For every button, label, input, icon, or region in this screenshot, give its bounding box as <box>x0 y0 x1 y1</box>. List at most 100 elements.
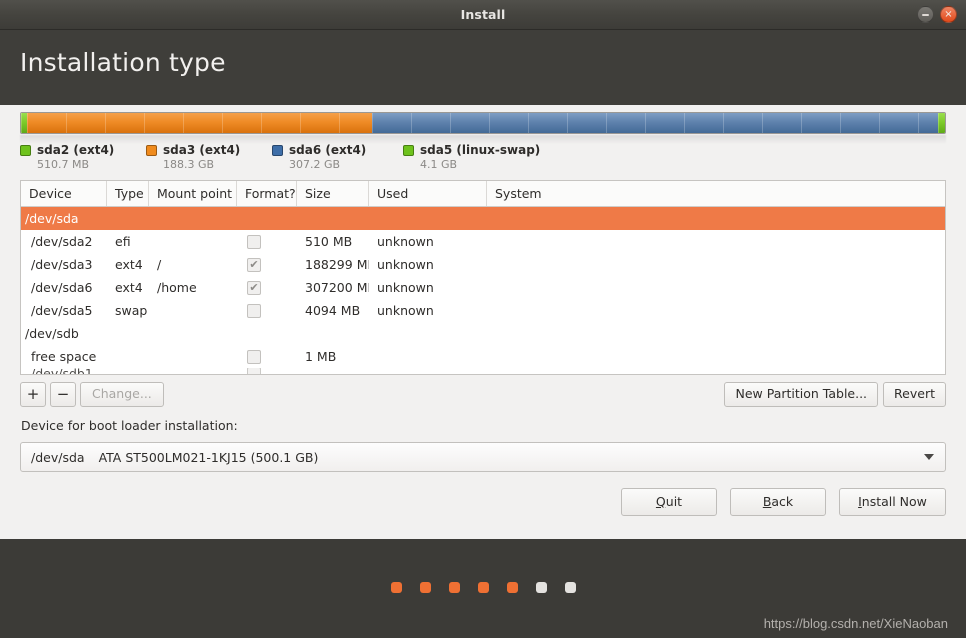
cell-device: /dev/sdb <box>25 325 79 341</box>
format-checkbox[interactable] <box>247 349 261 364</box>
table-row[interactable]: /dev/sda <box>21 207 945 230</box>
bootloader-device-select[interactable]: /dev/sda ATA ST500LM021-1KJ15 (500.1 GB) <box>20 442 946 472</box>
legend-size: 188.3 GB <box>163 158 215 171</box>
cell-device: /dev/sda2 <box>31 233 93 249</box>
legend-size: 307.2 GB <box>289 158 341 171</box>
legend-label: sda2 (ext4) <box>37 143 115 157</box>
column-header-system[interactable]: System <box>487 181 942 206</box>
legend-swatch-icon <box>403 144 414 156</box>
quit-label-post: uit <box>665 493 683 509</box>
cell-type: efi <box>115 233 131 249</box>
chevron-down-icon <box>924 454 934 460</box>
partition-toolbar: + − Change... New Partition Table... Rev… <box>20 382 946 407</box>
bootloader-label: Device for boot loader installation: <box>21 418 238 433</box>
install-now-button[interactable]: Install Now <box>839 488 946 516</box>
progress-dot-4 <box>477 582 489 593</box>
main-content: sda2 (ext4) 510.7 MB sda3 (ext4) 188.3 GB sd… <box>0 105 966 539</box>
progress-dots <box>0 582 966 593</box>
progress-dot-2 <box>419 582 431 593</box>
legend-label: sda6 (ext4) <box>289 143 367 157</box>
table-row[interactable]: /dev/sda5 swap 4094 MB unknown <box>21 299 945 322</box>
cell-device: /dev/sdb1 <box>21 368 107 374</box>
column-header-mount-point[interactable]: Mount point <box>149 181 237 206</box>
cell-device: /dev/sda5 <box>31 302 93 318</box>
partition-segment-sda5 <box>937 113 945 133</box>
legend-label: sda5 (linux-swap) <box>420 143 541 157</box>
progress-dot-5 <box>506 582 518 593</box>
add-partition-button[interactable]: + <box>20 382 46 407</box>
partition-toolbar-right: New Partition Table... Revert <box>724 382 946 407</box>
legend-swatch-icon <box>146 144 157 156</box>
progress-dot-1 <box>390 582 402 593</box>
progress-dot-6 <box>535 582 547 593</box>
cell-type: ext4 <box>115 279 143 295</box>
table-row[interactable]: /dev/sdb <box>21 322 945 345</box>
table-body: /dev/sda/dev/sda2 efi 510 MB unknown/dev/sd… <box>21 207 945 374</box>
table-row[interactable]: /dev/sda6 ext4/home 307200 MB unknown <box>21 276 945 299</box>
revert-button[interactable]: Revert <box>883 382 946 407</box>
close-button[interactable]: × <box>940 6 957 23</box>
installer-window: Install × Installation type sda2 (ext4) 5… <box>0 0 966 638</box>
title-bar: Install × <box>0 0 966 30</box>
format-checkbox[interactable] <box>247 257 261 272</box>
install-label-post: nstall Now <box>861 493 927 509</box>
window-controls: × <box>917 6 957 23</box>
format-checkbox[interactable] <box>247 303 261 318</box>
cell-used: unknown <box>377 279 434 295</box>
column-header-used[interactable]: Used <box>369 181 487 206</box>
cell-size: 4094 MB <box>305 302 361 318</box>
change-partition-button[interactable]: Change... <box>80 382 164 407</box>
column-header-size[interactable]: Size <box>297 181 369 206</box>
quit-label-mnemonic: Q <box>655 493 666 509</box>
close-icon: × <box>944 8 953 20</box>
table-row[interactable]: /dev/sdb1 <box>21 368 945 374</box>
window-title: Install <box>460 7 506 22</box>
cell-mount-point: / <box>157 256 162 272</box>
legend-swatch-icon <box>272 144 283 156</box>
partition-bar <box>20 112 946 144</box>
format-checkbox[interactable] <box>247 368 261 374</box>
cell-size: 307200 MB <box>305 279 369 295</box>
partition-segment-sda3 <box>26 113 373 133</box>
cell-type: swap <box>115 302 148 318</box>
format-checkbox[interactable] <box>247 234 261 249</box>
back-label-post: ack <box>771 493 794 509</box>
legend-size: 4.1 GB <box>420 158 458 171</box>
partition-bar-segments <box>20 112 946 134</box>
footer-band: https://blog.csdn.net/XieNaoban <box>0 539 966 638</box>
cell-size: 510 MB <box>305 233 353 249</box>
legend-label: sda3 (ext4) <box>163 143 241 157</box>
quit-button[interactable]: Quit <box>621 488 717 516</box>
legend-item-0: sda2 (ext4) 510.7 MB <box>20 143 146 177</box>
legend-item-1: sda3 (ext4) 188.3 GB <box>146 143 272 177</box>
new-partition-table-button[interactable]: New Partition Table... <box>724 382 879 407</box>
table-row[interactable]: /dev/sda3 ext4 / 188299 MB unknown <box>21 253 945 276</box>
watermark-text: https://blog.csdn.net/XieNaoban <box>763 616 948 631</box>
cell-mount-point: /home <box>157 279 197 295</box>
cell-device: /dev/sda6 <box>31 279 93 295</box>
cell-device: /dev/sda <box>25 210 79 226</box>
table-row[interactable]: /dev/sda2 efi 510 MB unknown <box>21 230 945 253</box>
partition-toolbar-left: + − Change... <box>20 382 164 407</box>
cell-format <box>237 303 297 318</box>
cell-device: free space <box>31 348 97 364</box>
partition-table[interactable]: Device Type Mount point Format? Size Use… <box>20 180 946 375</box>
cell-size: 1 MB <box>305 348 337 364</box>
remove-partition-button[interactable]: − <box>50 382 76 407</box>
cell-used: unknown <box>377 302 434 318</box>
cell-used: unknown <box>377 233 434 249</box>
back-button[interactable]: Back <box>730 488 826 516</box>
table-header-row: Device Type Mount point Format? Size Use… <box>21 181 945 207</box>
table-row[interactable]: free space 1 MB <box>21 345 945 368</box>
column-header-device[interactable]: Device <box>21 181 107 206</box>
header-band: Installation type <box>0 30 966 105</box>
cell-used: unknown <box>377 256 434 272</box>
legend-size: 510.7 MB <box>37 158 90 171</box>
page-title: Installation type <box>20 48 226 77</box>
cell-format <box>237 280 297 295</box>
column-header-format[interactable]: Format? <box>237 181 297 206</box>
bootloader-device-name: /dev/sda <box>31 449 85 465</box>
minimize-button[interactable] <box>917 6 934 23</box>
format-checkbox[interactable] <box>247 280 261 295</box>
column-header-type[interactable]: Type <box>107 181 149 206</box>
